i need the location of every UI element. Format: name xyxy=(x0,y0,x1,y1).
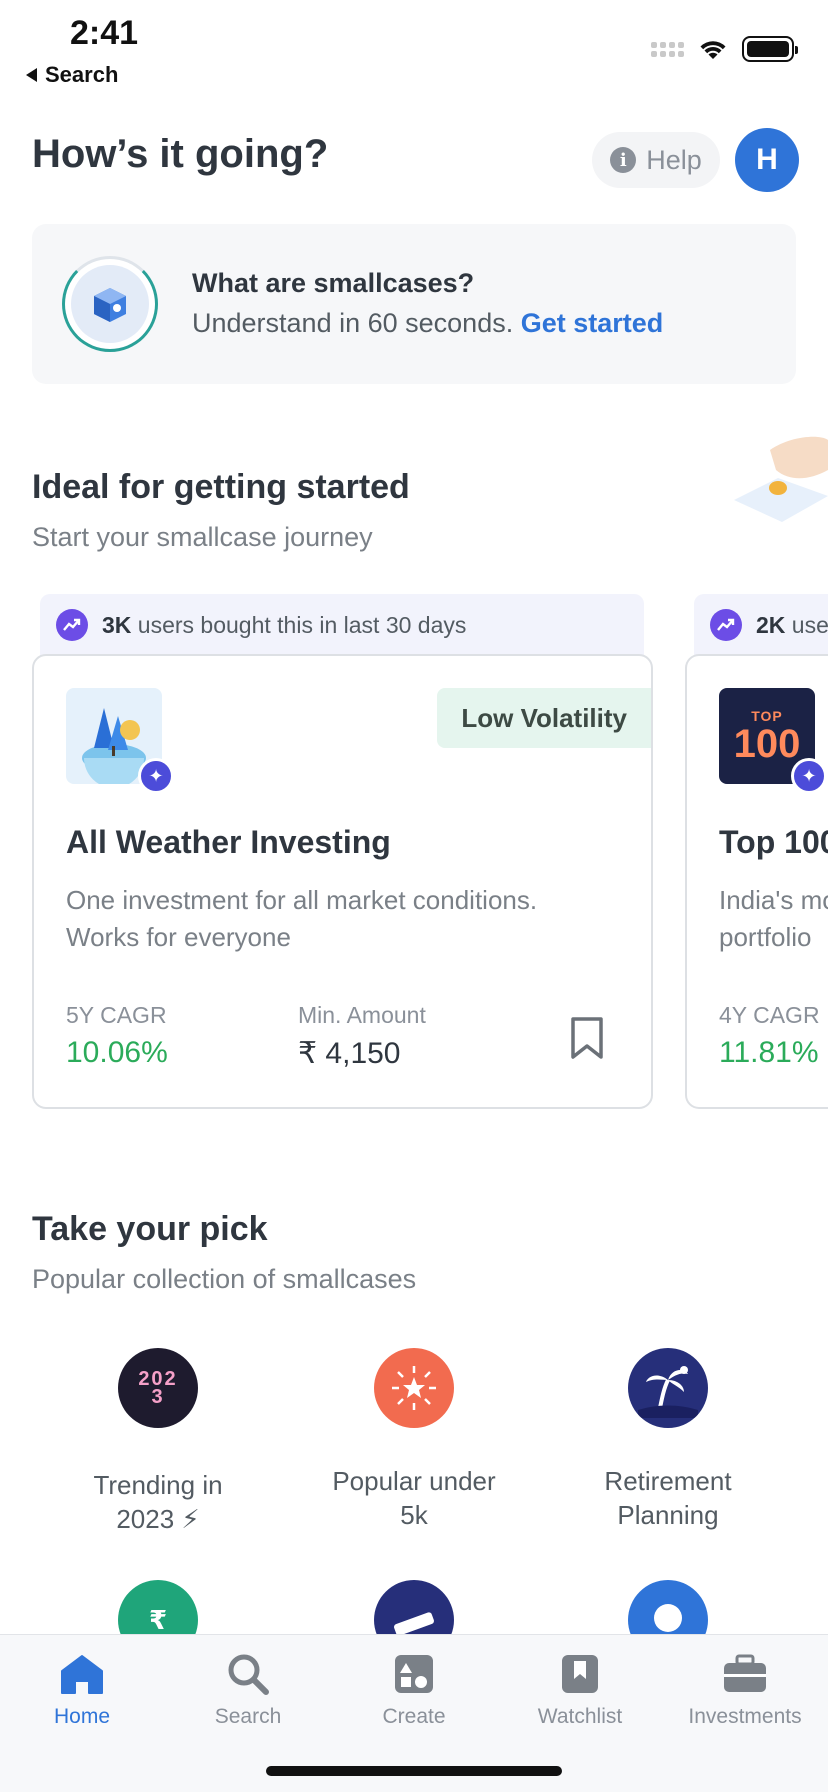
trending-up-icon xyxy=(710,609,742,641)
smallcase-name: All Weather Investing xyxy=(66,824,391,860)
users-count: 3K xyxy=(102,611,132,638)
battery-icon xyxy=(742,36,798,62)
help-label: Help xyxy=(646,144,702,175)
cagr-value: 11.81% xyxy=(719,1036,819,1069)
info-icon: i xyxy=(610,147,637,173)
smallcase-box-icon xyxy=(62,256,158,352)
smallcase-card[interactable]: ✦ Low Volatility All Weather Investing O… xyxy=(32,654,653,1109)
volatility-tag: Low Volatility xyxy=(437,688,651,748)
get-started-link[interactable]: Get started xyxy=(521,308,664,338)
sparkle-badge-icon: ✦ xyxy=(791,758,827,794)
collection-label-line1: Trending in xyxy=(93,1470,223,1500)
logo-text-main: 100 xyxy=(733,722,801,766)
home-icon xyxy=(12,1649,152,1699)
users-bought-strip: 2K users bought this in last 30 days xyxy=(694,594,828,656)
section-subtitle-started: Start your smallcase journey xyxy=(32,522,373,552)
tab-label: Home xyxy=(53,1705,111,1728)
users-text: users bought this in last 30 days xyxy=(791,611,828,638)
search-icon xyxy=(178,1649,318,1699)
users-bought-text: 3K users bought this in last 30 days xyxy=(102,612,466,639)
tab-create[interactable]: Create xyxy=(344,1649,484,1729)
collection-label: Retirement Planning xyxy=(548,1464,788,1532)
create-icon xyxy=(344,1649,484,1699)
collection-label-line1: Retirement xyxy=(604,1466,732,1496)
trending-2023-icon-text: 2023 xyxy=(138,1368,178,1408)
intro-title: What are smallcases? xyxy=(192,268,475,298)
collection-label-line2: Planning xyxy=(617,1500,719,1530)
sparkle-badge-icon: ✦ xyxy=(138,758,174,794)
cagr-value: 10.06% xyxy=(66,1036,168,1069)
home-indicator[interactable] xyxy=(266,1766,562,1776)
intro-subtitle: Understand in 60 seconds. Get started xyxy=(192,308,663,339)
status-indicators xyxy=(651,36,798,62)
watchlist-icon xyxy=(510,1649,650,1699)
tab-label: Investments xyxy=(688,1705,802,1728)
collection-label-line2: 2023 ⚡ xyxy=(116,1504,200,1534)
collection-label-line1: Popular under xyxy=(332,1466,496,1496)
hand-coin-illustration xyxy=(734,436,828,522)
tab-watchlist[interactable]: Watchlist xyxy=(510,1649,650,1729)
collection-popular-under-5k[interactable]: Popular under 5k xyxy=(294,1348,534,1532)
collection-label: Trending in 2023 ⚡ xyxy=(38,1468,278,1536)
section-title-started: Ideal for getting started xyxy=(32,468,410,506)
min-amount-value: ₹ 4,150 xyxy=(298,1037,401,1070)
users-bought-text: 2K users bought this in last 30 days xyxy=(756,612,828,639)
users-text: users bought this in last 30 days xyxy=(137,611,467,638)
users-bought-strip: 3K users bought this in last 30 days xyxy=(40,594,644,656)
tab-label: Search xyxy=(214,1705,282,1728)
status-time: 2:41 xyxy=(70,14,139,52)
smallcase-name: Top 100 Stocks xyxy=(719,824,828,860)
trending-2023-icon: 2023 xyxy=(118,1348,198,1428)
tab-home[interactable]: Home xyxy=(12,1649,152,1729)
min-amount-label: Min. Amount xyxy=(298,1002,426,1028)
help-button[interactable]: i Help xyxy=(592,132,720,188)
section-title-pick: Take your pick xyxy=(32,1210,268,1248)
section-subtitle-pick: Popular collection of smallcases xyxy=(32,1264,417,1294)
users-count: 2K xyxy=(756,611,786,638)
page-title: How’s it going? xyxy=(32,132,329,176)
trending-up-icon xyxy=(56,609,88,641)
collection-label-line2: 5k xyxy=(400,1500,428,1530)
wifi-icon xyxy=(700,41,726,59)
collection-trending-2023[interactable]: 2023 Trending in 2023 ⚡ xyxy=(38,1348,278,1536)
tab-label: Create xyxy=(382,1705,446,1728)
tab-investments[interactable]: Investments xyxy=(674,1649,816,1729)
avatar[interactable]: H xyxy=(735,128,799,192)
intro-subtitle-text: Understand in 60 seconds. xyxy=(192,308,514,338)
money-bag-icon-text: ₹ xyxy=(148,1604,168,1635)
cagr-label: 4Y CAGR xyxy=(719,1002,820,1028)
intro-card[interactable]: What are smallcases? Understand in 60 se… xyxy=(32,224,796,384)
collection-label: Popular under 5k xyxy=(294,1464,534,1532)
smallcase-description: India's most valuable companies in one p… xyxy=(719,885,828,952)
palm-tree-icon xyxy=(628,1348,708,1428)
star-burst-icon xyxy=(374,1348,454,1428)
smallcase-description: One investment for all market conditions… xyxy=(66,885,538,952)
cellular-signal-icon xyxy=(651,41,684,57)
bookmark-icon[interactable] xyxy=(570,1016,604,1060)
collection-retirement-planning[interactable]: Retirement Planning xyxy=(548,1348,788,1532)
tab-label: Watchlist xyxy=(537,1705,623,1728)
smallcase-card[interactable]: TOP 100 ✦ Top 100 Stocks India's most va… xyxy=(685,654,828,1109)
briefcase-icon xyxy=(674,1649,816,1699)
tab-search[interactable]: Search xyxy=(178,1649,318,1729)
back-arrow-icon xyxy=(26,68,37,82)
cagr-label: 5Y CAGR xyxy=(66,1002,167,1028)
back-label: Search xyxy=(45,62,119,87)
back-to-search-link[interactable]: Search xyxy=(26,62,118,88)
